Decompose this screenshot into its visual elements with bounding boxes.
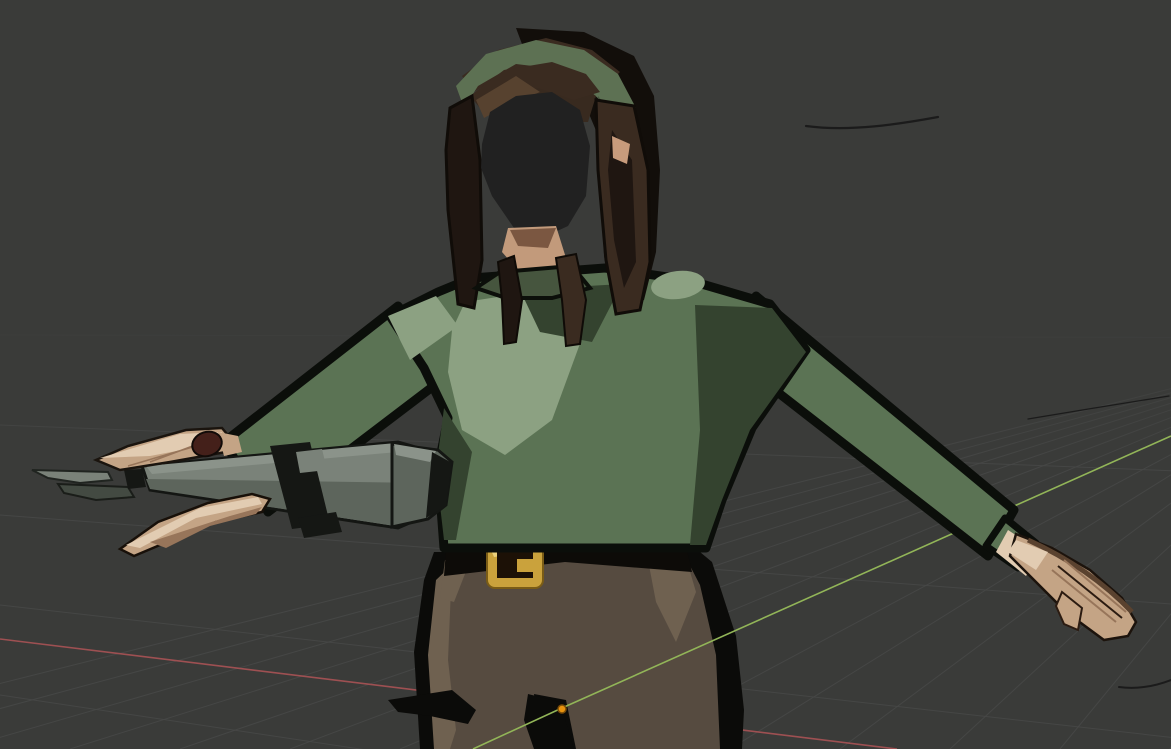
mount-top-face (296, 449, 327, 473)
blender-3d-viewport[interactable] (0, 0, 1171, 749)
object-origin-dot[interactable] (558, 705, 566, 713)
buckle-tab (517, 559, 533, 572)
viewport-canvas[interactable] (0, 0, 1171, 749)
